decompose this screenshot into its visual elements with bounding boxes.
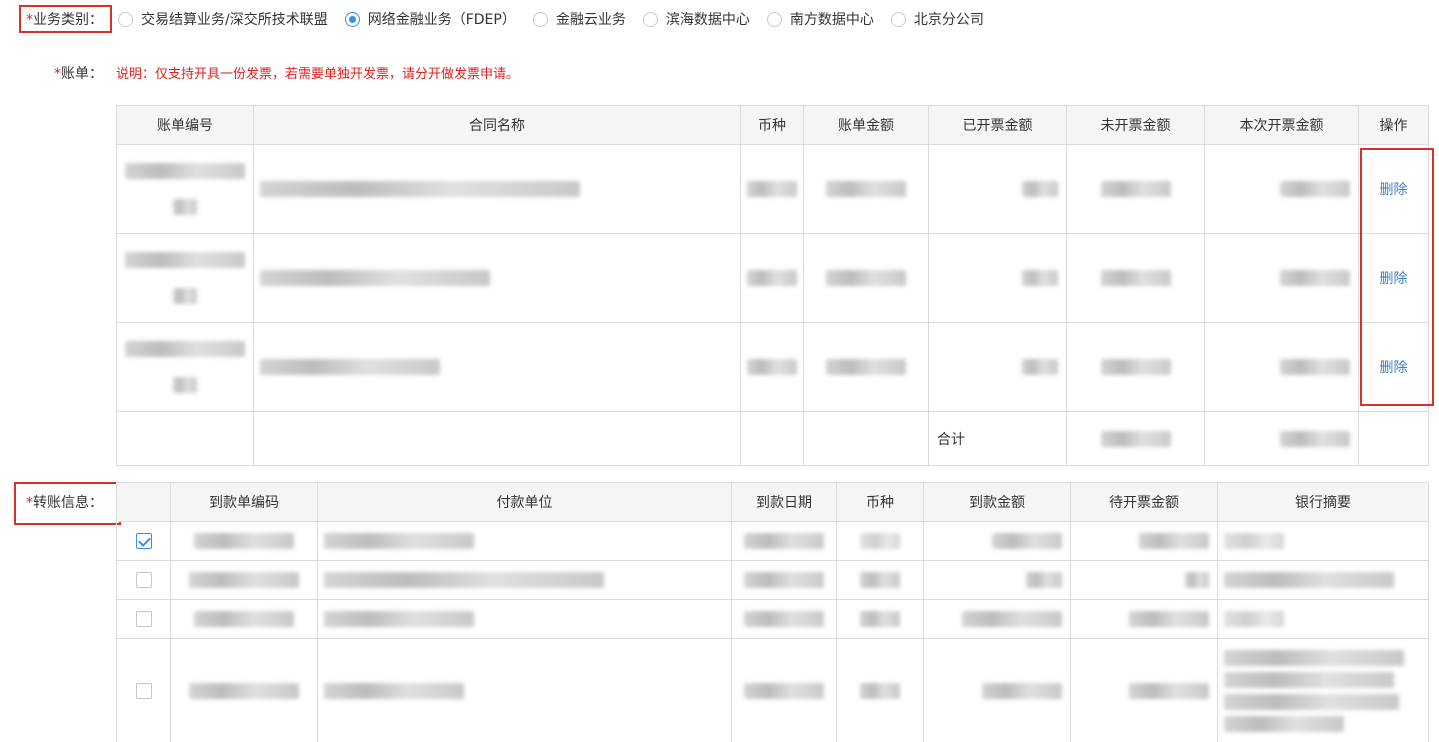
bill-note: 说明：仅支持开具一份发票，若需要单独开发票，请分开做发票申请。 [116, 67, 520, 82]
transfer-row [116, 638, 1429, 742]
col-select [116, 482, 171, 522]
col-currency: 币种 [740, 105, 804, 145]
col-receipt-code: 到款单编码 [170, 482, 318, 522]
radio-circle[interactable] [766, 11, 782, 27]
col-invoiced-amount: 已开票金额 [928, 105, 1067, 145]
radio-option-beijing-branch[interactable]: 北京分公司 [890, 9, 984, 29]
bill-table-header: 账单编号 合同名称 币种 账单金额 已开票金额 未开票金额 本次开票金额 操作 [116, 105, 1429, 145]
business-type-label: *业务类别： [26, 12, 103, 28]
col-receipt-date: 到款日期 [731, 482, 837, 522]
radio-option-south-dc[interactable]: 南方数据中心 [766, 9, 874, 29]
transfer-table: 到款单编码 付款单位 到款日期 币种 到款金额 待开票金额 银行摘要 [116, 482, 1429, 742]
transfer-table-header: 到款单编码 付款单位 到款日期 币种 到款金额 待开票金额 银行摘要 [116, 482, 1429, 522]
business-type-radio-group: 交易结算业务/深交所技术联盟 网络金融业务（FDEP） 金融云业务 滨海数据中心… [118, 9, 1001, 29]
radio-option-trade-settlement[interactable]: 交易结算业务/深交所技术联盟 [118, 9, 328, 29]
radio-option-binhai-dc[interactable]: 滨海数据中心 [642, 9, 750, 29]
col-bill-no: 账单编号 [116, 105, 254, 145]
bill-table: 账单编号 合同名称 币种 账单金额 已开票金额 未开票金额 本次开票金额 操作 … [116, 105, 1429, 466]
radio-circle[interactable] [642, 11, 658, 27]
row-checkbox-checked[interactable] [135, 533, 152, 549]
col-current-invoice-amount: 本次开票金额 [1204, 105, 1359, 145]
col-contract-name: 合同名称 [253, 105, 741, 145]
radio-circle[interactable] [890, 11, 906, 27]
sum-label: 合计 [928, 411, 1067, 466]
bill-sum-row: 合计 [116, 411, 1429, 466]
transfer-row [116, 521, 1429, 561]
radio-circle-checked[interactable] [344, 11, 360, 27]
row-checkbox[interactable] [135, 572, 152, 588]
radio-circle[interactable] [118, 11, 133, 27]
col-pending-invoice-amount: 待开票金额 [1070, 482, 1218, 522]
delete-column-highlight [1360, 148, 1434, 406]
col-currency: 币种 [836, 482, 924, 522]
col-receipt-amount: 到款金额 [923, 482, 1071, 522]
col-uninvoiced-amount: 未开票金额 [1066, 105, 1205, 145]
radio-circle[interactable] [532, 11, 548, 27]
col-bank-summary: 银行摘要 [1217, 482, 1429, 522]
bill-row: 删除 [116, 144, 1429, 234]
row-checkbox[interactable] [135, 682, 152, 699]
radio-option-fdep[interactable]: 网络金融业务（FDEP） [344, 9, 516, 29]
transfer-row [116, 560, 1429, 600]
bill-row: 删除 [116, 322, 1429, 412]
col-bill-amount: 账单金额 [803, 105, 929, 145]
col-action: 操作 [1358, 105, 1429, 145]
bill-row: 删除 [116, 233, 1429, 323]
col-payer: 付款单位 [317, 482, 732, 522]
transfer-row [116, 599, 1429, 639]
transfer-label: *转账信息： [26, 495, 103, 511]
radio-option-finance-cloud[interactable]: 金融云业务 [532, 9, 626, 29]
bill-label: *账单： [54, 66, 103, 82]
row-checkbox[interactable] [135, 611, 152, 627]
